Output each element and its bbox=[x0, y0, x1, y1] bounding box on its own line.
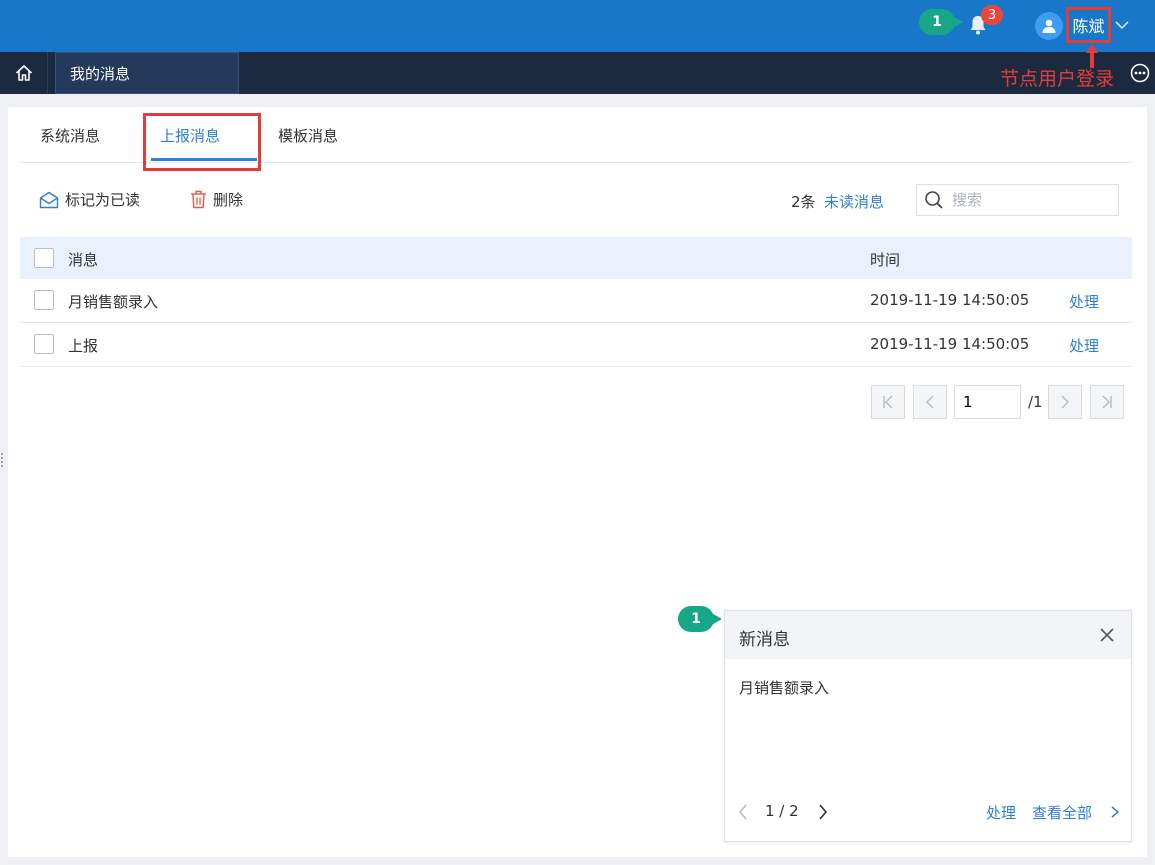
delete-button[interactable]: 删除 bbox=[190, 189, 243, 210]
first-page-icon bbox=[883, 395, 893, 409]
popup-message: 月销售额录入 bbox=[739, 679, 830, 697]
envelope-icon bbox=[39, 191, 59, 208]
home-icon bbox=[15, 65, 32, 81]
trash-icon bbox=[191, 190, 206, 209]
chevron-right-icon bbox=[1061, 395, 1070, 409]
delete-label: 删除 bbox=[213, 191, 244, 209]
nav-tab-my-messages[interactable]: 我的消息 bbox=[55, 52, 239, 94]
search-icon bbox=[925, 191, 943, 209]
popup-page-indicator: 1 / 2 bbox=[765, 802, 799, 820]
close-icon[interactable] bbox=[1099, 627, 1115, 643]
avatar[interactable] bbox=[1035, 12, 1063, 40]
annotation-callout: 1 bbox=[919, 9, 969, 35]
row-handle-link[interactable]: 处理 bbox=[1069, 335, 1099, 356]
select-all-checkbox[interactable] bbox=[34, 248, 54, 268]
row-message: 月销售额录入 bbox=[68, 293, 159, 311]
row-checkbox[interactable] bbox=[34, 334, 54, 354]
chevron-left-icon bbox=[925, 395, 934, 409]
column-header-message: 消息 bbox=[68, 251, 99, 269]
search-input[interactable] bbox=[952, 191, 1112, 209]
username[interactable]: 陈斌 bbox=[1066, 7, 1111, 43]
page-total: /1 bbox=[1028, 393, 1043, 411]
table-row: 月销售额录入 2019-11-19 14:50:05 处理 bbox=[20, 279, 1132, 323]
popup-handle-link[interactable]: 处理 bbox=[986, 802, 1016, 823]
chevron-left-icon[interactable] bbox=[735, 803, 751, 821]
search-box[interactable] bbox=[916, 184, 1119, 216]
last-page-icon bbox=[1102, 395, 1112, 409]
popup-header: 新消息 bbox=[725, 611, 1131, 659]
row-time: 2019-11-19 14:50:05 bbox=[870, 291, 1030, 309]
highlight-box bbox=[143, 113, 261, 171]
table-header: 消息 时间 bbox=[20, 237, 1132, 279]
row-time: 2019-11-19 14:50:05 bbox=[870, 335, 1030, 353]
message-count: 2条 bbox=[791, 193, 816, 211]
node-login-annotation: 节点用户登录 bbox=[1000, 68, 1115, 90]
last-page-button[interactable] bbox=[1090, 385, 1124, 419]
next-page-button[interactable] bbox=[1048, 385, 1082, 419]
row-handle-link[interactable]: 处理 bbox=[1069, 291, 1099, 312]
row-message: 上报 bbox=[68, 337, 99, 355]
table-row: 上报 2019-11-19 14:50:05 处理 bbox=[20, 323, 1132, 367]
new-message-popup: 新消息 月销售额录入 1 / 2 处理 查看全部 bbox=[724, 610, 1132, 842]
tab-system-messages[interactable]: 系统消息 bbox=[40, 125, 100, 146]
notification-badge: 3 bbox=[981, 5, 1003, 25]
page-number-input[interactable] bbox=[954, 385, 1021, 419]
chevron-down-icon[interactable] bbox=[1115, 18, 1129, 32]
message-table: 消息 时间 月销售额录入 2019-11-19 14:50:05 处理 上报 2… bbox=[20, 237, 1132, 367]
annotation-callout: 1 bbox=[678, 606, 728, 632]
column-header-time: 时间 bbox=[870, 251, 901, 269]
popup-title: 新消息 bbox=[739, 630, 790, 650]
mark-read-button[interactable]: 标记为已读 bbox=[39, 189, 140, 210]
unread-messages-link[interactable]: 未读消息 bbox=[824, 191, 884, 212]
chevron-right-icon[interactable] bbox=[1109, 805, 1121, 819]
mark-read-label: 标记为已读 bbox=[65, 191, 141, 209]
home-button[interactable] bbox=[0, 52, 48, 94]
popup-view-all-link[interactable]: 查看全部 bbox=[1032, 802, 1092, 823]
more-options-icon[interactable] bbox=[1130, 63, 1150, 83]
drag-handle-icon[interactable] bbox=[0, 452, 4, 468]
first-page-button[interactable] bbox=[871, 385, 905, 419]
nav-bar: 我的消息 bbox=[0, 52, 1155, 94]
tab-template-messages[interactable]: 模板消息 bbox=[278, 125, 338, 146]
popup-footer: 1 / 2 处理 查看全部 bbox=[725, 801, 1133, 825]
message-tabs: 系统消息 上报消息 模板消息 bbox=[20, 107, 1132, 171]
chevron-right-icon[interactable] bbox=[815, 803, 831, 821]
prev-page-button[interactable] bbox=[913, 385, 947, 419]
user-icon bbox=[1042, 19, 1056, 33]
top-bar: 1 3 陈斌 bbox=[0, 0, 1155, 52]
row-checkbox[interactable] bbox=[34, 290, 54, 310]
